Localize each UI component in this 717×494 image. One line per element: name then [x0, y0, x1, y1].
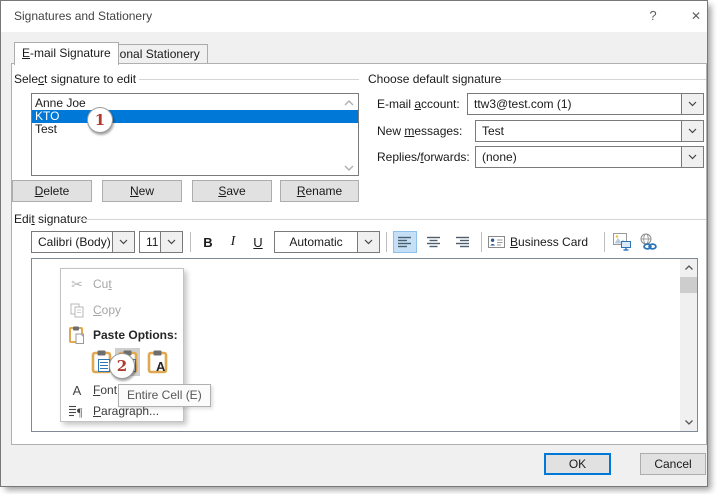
new-messages-select[interactable]: Test [475, 120, 704, 142]
toolbar-separator [190, 232, 191, 252]
align-right-icon [456, 236, 469, 248]
align-center-button[interactable] [422, 231, 446, 253]
scroll-up-icon[interactable] [343, 99, 355, 107]
business-card-button[interactable]: Business Card [488, 231, 600, 253]
save-button[interactable]: Save [192, 180, 272, 202]
list-item[interactable]: Test [32, 123, 358, 136]
scroll-down-icon[interactable] [680, 414, 697, 431]
new-messages-value: Test [482, 124, 505, 138]
toolbar-separator [481, 232, 482, 252]
font-color-value: Automatic [289, 235, 343, 249]
cancel-button[interactable]: Cancel [640, 453, 706, 475]
font-icon: A [72, 382, 82, 398]
new-messages-label: New messages: [377, 124, 463, 138]
align-right-button[interactable] [451, 231, 475, 253]
font-color-select[interactable]: Automatic [274, 231, 380, 253]
scissors-icon: ✂ [71, 275, 83, 292]
bold-button[interactable]: B [197, 231, 219, 253]
delete-button[interactable]: Delete [12, 180, 92, 202]
business-card-icon [488, 236, 505, 248]
picture-icon [612, 233, 631, 251]
paste-keep-text-only-button[interactable]: A [145, 348, 170, 376]
align-center-icon [427, 236, 440, 248]
tab-email-signature-label: E-mail Signature [22, 46, 111, 60]
font-name-select[interactable]: Calibri (Body) [31, 231, 135, 253]
rename-button[interactable]: Rename [280, 180, 359, 202]
paragraph-icon: ¶ [65, 402, 89, 421]
group-divider [139, 79, 359, 80]
list-item-selected[interactable]: KTO [32, 110, 358, 123]
svg-text:¶: ¶ [77, 405, 83, 418]
menu-item-copy-label: Copy [93, 303, 122, 317]
insert-hyperlink-button[interactable] [636, 231, 660, 253]
email-signature-page: Select signature to edit Anne Joe KTO Te… [11, 63, 707, 445]
font-name-value: Calibri (Body) [38, 235, 110, 249]
email-account-select[interactable]: ttw3@test.com (1) [467, 93, 704, 115]
annotation-step-1: 1 [87, 107, 113, 133]
replies-forwards-select[interactable]: (none) [475, 146, 704, 168]
edit-area-scrollbar[interactable] [680, 259, 697, 431]
help-button[interactable]: ? [642, 6, 664, 26]
font-size-select[interactable]: 11 [139, 231, 183, 253]
signatures-dialog: Signatures and Stationery ? ✕ E-mail Sig… [0, 0, 708, 487]
paste-icon [65, 324, 89, 346]
screen: Signatures and Stationery ? ✕ E-mail Sig… [0, 0, 717, 494]
email-account-label: E-mail account: [377, 97, 460, 111]
chevron-down-icon[interactable] [681, 121, 703, 141]
paste-options-label: Paste Options: [93, 328, 178, 342]
ok-button[interactable]: OK [544, 453, 611, 475]
underline-button[interactable]: U [247, 231, 269, 253]
tab-email-signature[interactable]: E-mail Signature [14, 42, 119, 65]
hyperlink-icon [640, 233, 657, 250]
group-divider [76, 219, 706, 220]
list-item[interactable]: Anne Joe [32, 97, 358, 110]
annotation-step-2: 2 [109, 353, 135, 379]
business-card-label: Business Card [510, 235, 589, 249]
scroll-up-icon[interactable] [680, 259, 697, 276]
tooltip-entire-cell: Entire Cell (E) [118, 384, 211, 407]
menu-item-cut[interactable]: ✂ Cut [61, 271, 183, 297]
select-signature-group-label: Select signature to edit [14, 72, 137, 86]
chevron-down-icon[interactable] [357, 232, 379, 252]
menu-item-copy[interactable]: Copy [61, 297, 183, 323]
insert-picture-button[interactable] [610, 231, 634, 253]
scroll-down-icon[interactable] [343, 164, 355, 172]
close-button[interactable]: ✕ [685, 6, 707, 26]
dialog-title: Signatures and Stationery [14, 9, 153, 23]
italic-button[interactable]: I [222, 231, 244, 253]
title-bar[interactable]: Signatures and Stationery ? ✕ [1, 1, 707, 32]
font-size-value: 11 [146, 235, 158, 249]
scrollbar-thumb[interactable] [680, 277, 697, 293]
toolbar-separator [386, 232, 387, 252]
group-divider [501, 79, 706, 80]
chevron-down-icon[interactable] [681, 147, 703, 167]
replies-forwards-value: (none) [482, 150, 517, 164]
menu-paste-options-header: Paste Options: [61, 324, 183, 346]
replies-forwards-label: Replies/forwards: [377, 150, 470, 164]
svg-text:A: A [156, 359, 166, 374]
align-left-icon [398, 236, 411, 248]
email-account-value: ttw3@test.com (1) [474, 97, 572, 111]
copy-icon [65, 297, 89, 323]
new-button[interactable]: New [102, 180, 182, 202]
chevron-down-icon[interactable] [112, 232, 134, 252]
default-signature-group-label: Choose default signature [368, 72, 502, 86]
signature-listbox[interactable]: Anne Joe KTO Test [31, 93, 359, 176]
toolbar-separator [604, 232, 605, 252]
paste-keep-text-only-icon: A [147, 350, 168, 374]
chevron-down-icon[interactable] [160, 232, 182, 252]
chevron-down-icon[interactable] [681, 94, 703, 114]
menu-item-cut-label: Cut [93, 277, 112, 291]
align-left-button[interactable] [393, 231, 417, 253]
